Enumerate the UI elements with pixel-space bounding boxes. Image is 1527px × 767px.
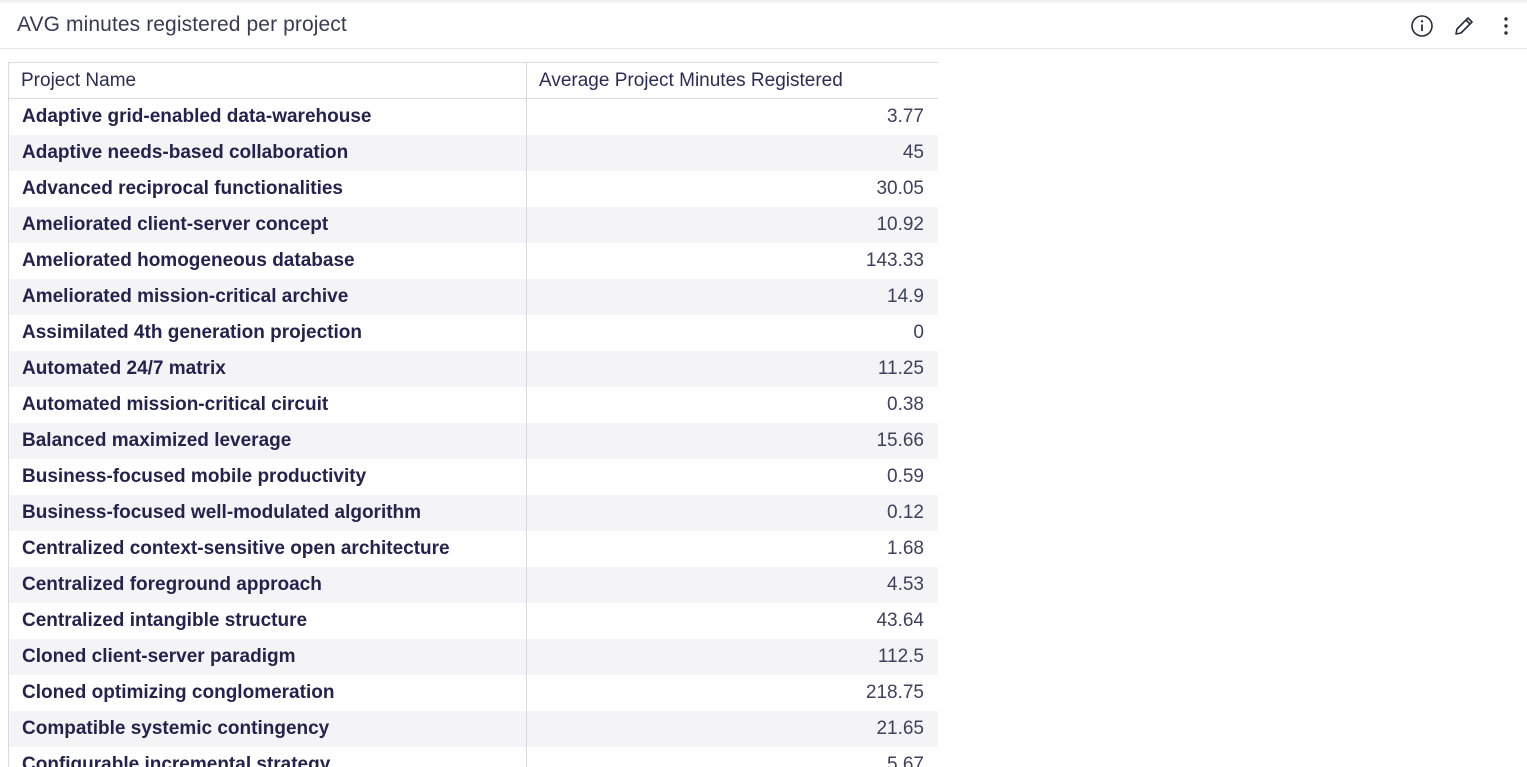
table-row[interactable]: Adaptive grid-enabled data-warehouse 3.77 (8, 98, 938, 135)
data-table-container[interactable]: Project Name Average Project Minutes Reg… (8, 62, 938, 767)
average-minutes-cell: 0.12 (526, 495, 938, 531)
info-icon (1411, 15, 1433, 37)
table-row[interactable]: Adaptive needs-based collaboration 45 (8, 135, 938, 171)
average-minutes-cell: 10.92 (526, 207, 938, 243)
project-name-cell: Centralized foreground approach (8, 567, 527, 603)
average-minutes-cell: 0 (526, 315, 938, 351)
project-name-cell: Adaptive grid-enabled data-warehouse (8, 98, 527, 135)
project-name-cell: Ameliorated homogeneous database (8, 243, 527, 279)
average-minutes-cell: 21.65 (526, 711, 938, 747)
average-minutes-cell: 15.66 (526, 423, 938, 459)
average-minutes-cell: 218.75 (526, 675, 938, 711)
project-name-cell: Ameliorated mission-critical archive (8, 279, 527, 315)
table-row[interactable]: Ameliorated mission-critical archive 14.9 (8, 279, 938, 315)
table-row[interactable]: Cloned client-server paradigm 112.5 (8, 639, 938, 675)
column-header-average-minutes[interactable]: Average Project Minutes Registered (526, 62, 938, 99)
project-name-cell: Assimilated 4th generation projection (8, 315, 527, 351)
average-minutes-cell: 112.5 (526, 639, 938, 675)
table-row[interactable]: Centralized intangible structure 43.64 (8, 603, 938, 639)
table-row[interactable]: Cloned optimizing conglomeration 218.75 (8, 675, 938, 711)
average-minutes-cell: 43.64 (526, 603, 938, 639)
table-row[interactable]: Ameliorated client-server concept 10.92 (8, 207, 938, 243)
table-row[interactable]: Ameliorated homogeneous database 143.33 (8, 243, 938, 279)
more-vertical-icon (1504, 17, 1508, 35)
project-name-cell: Business-focused well-modulated algorith… (8, 495, 527, 531)
average-minutes-cell: 0.38 (526, 387, 938, 423)
average-minutes-cell: 0.59 (526, 459, 938, 495)
project-name-cell: Balanced maximized leverage (8, 423, 527, 459)
more-options-button[interactable] (1493, 13, 1519, 39)
table-row[interactable]: Assimilated 4th generation projection 0 (8, 315, 938, 351)
project-name-cell: Business-focused mobile productivity (8, 459, 527, 495)
average-minutes-cell: 30.05 (526, 171, 938, 207)
table-row[interactable]: Balanced maximized leverage 15.66 (8, 423, 938, 459)
data-table: Project Name Average Project Minutes Reg… (8, 62, 938, 767)
project-name-cell: Ameliorated client-server concept (8, 207, 527, 243)
edit-button[interactable] (1451, 13, 1477, 39)
column-header-project-name[interactable]: Project Name (8, 62, 527, 99)
average-minutes-cell: 5.67 (526, 747, 938, 767)
average-minutes-cell: 1.68 (526, 531, 938, 567)
project-name-cell: Centralized intangible structure (8, 603, 527, 639)
table-row[interactable]: Business-focused well-modulated algorith… (8, 495, 938, 531)
info-button[interactable] (1409, 13, 1435, 39)
average-minutes-cell: 3.77 (526, 98, 938, 135)
widget-header: AVG minutes registered per project (0, 4, 1527, 49)
project-name-cell: Configurable incremental strategy (8, 747, 527, 767)
widget-actions (1409, 13, 1519, 39)
project-name-cell: Compatible systemic contingency (8, 711, 527, 747)
table-row[interactable]: Centralized context-sensitive open archi… (8, 531, 938, 567)
average-minutes-cell: 11.25 (526, 351, 938, 387)
table-row[interactable]: Configurable incremental strategy 5.67 (8, 747, 938, 767)
table-body: Adaptive grid-enabled data-warehouse 3.77… (8, 98, 938, 767)
project-name-cell: Automated mission-critical circuit (8, 387, 527, 423)
average-minutes-cell: 45 (526, 135, 938, 171)
project-name-cell: Cloned client-server paradigm (8, 639, 527, 675)
average-minutes-cell: 143.33 (526, 243, 938, 279)
table-row[interactable]: Business-focused mobile productivity 0.59 (8, 459, 938, 495)
widget-title: AVG minutes registered per project (17, 13, 347, 36)
table-row[interactable]: Centralized foreground approach 4.53 (8, 567, 938, 603)
average-minutes-cell: 4.53 (526, 567, 938, 603)
average-minutes-cell: 14.9 (526, 279, 938, 315)
project-name-cell: Automated 24/7 matrix (8, 351, 527, 387)
project-name-cell: Cloned optimizing conglomeration (8, 675, 527, 711)
table-row[interactable]: Compatible systemic contingency 21.65 (8, 711, 938, 747)
pencil-icon (1455, 17, 1473, 35)
table-row[interactable]: Automated mission-critical circuit 0.38 (8, 387, 938, 423)
project-name-cell: Advanced reciprocal functionalities (8, 171, 527, 207)
table-row[interactable]: Advanced reciprocal functionalities 30.05 (8, 171, 938, 207)
project-name-cell: Adaptive needs-based collaboration (8, 135, 527, 171)
table-row[interactable]: Automated 24/7 matrix 11.25 (8, 351, 938, 387)
table-header-row: Project Name Average Project Minutes Reg… (8, 62, 938, 99)
project-name-cell: Centralized context-sensitive open archi… (8, 531, 527, 567)
